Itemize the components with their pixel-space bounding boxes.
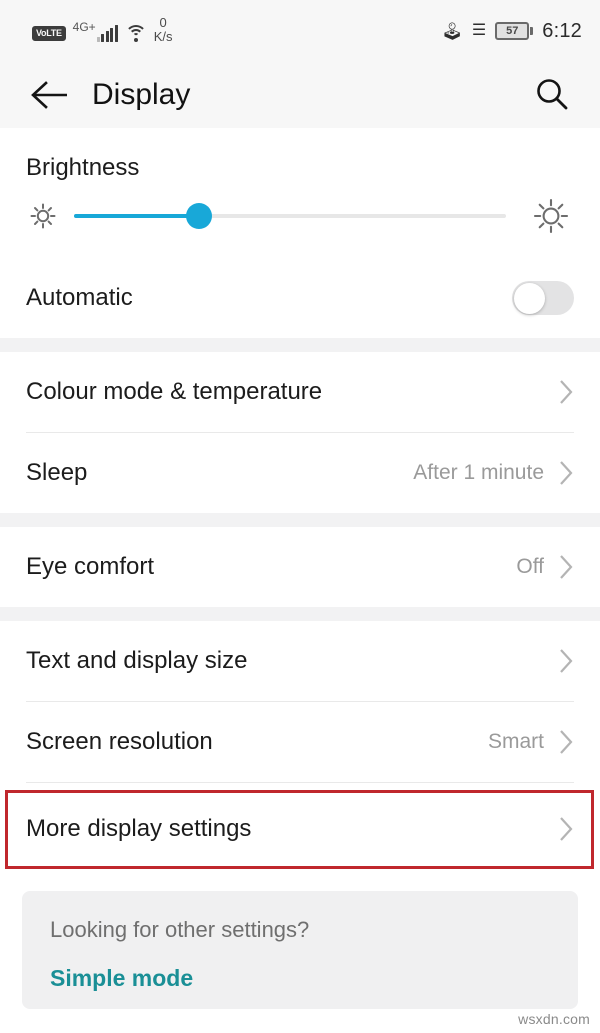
sun-small-icon: [26, 201, 60, 231]
watermark: wsxdn.com: [518, 1011, 590, 1027]
status-bar-right: 🕹 ☰ 57 6:12: [441, 20, 582, 43]
toggle-knob: [513, 282, 545, 314]
sleep-label: Sleep: [26, 459, 88, 486]
slider-thumb[interactable]: [186, 203, 213, 229]
app-bar: Display: [0, 62, 600, 128]
chevron-right-icon: [558, 728, 574, 756]
row-eye-comfort[interactable]: Eye comfort Off: [0, 527, 600, 607]
colour-mode-label: Colour mode & temperature: [26, 378, 323, 405]
row-more-display-settings[interactable]: More display settings: [0, 783, 600, 875]
status-bar-clock: 6:12: [542, 19, 582, 42]
section-divider: [0, 607, 600, 621]
battery-tip: [530, 27, 534, 35]
automatic-label: Automatic: [26, 284, 133, 311]
wifi-icon: [124, 24, 147, 42]
other-settings-question: Looking for other settings?: [50, 917, 310, 942]
phone-screen: VoLTE 4G+ 0 K/s 🕹 ☰ 57 6:12 Display Brig…: [0, 0, 600, 1033]
volte-icon: VoLTE: [32, 25, 66, 41]
highlighted-row-wrapper: More display settings: [0, 783, 600, 875]
screen-resolution-label: Screen resolution: [26, 728, 213, 755]
status-bar: VoLTE 4G+ 0 K/s 🕹 ☰ 57 6:12: [0, 0, 600, 62]
eye-comfort-value: Off: [516, 555, 544, 578]
battery-level-text: 57: [495, 22, 530, 40]
row-screen-resolution[interactable]: Screen resolution Smart: [0, 702, 600, 782]
status-bar-left: VoLTE 4G+ 0 K/s: [32, 16, 172, 45]
chevron-right-icon: [558, 553, 574, 581]
row-colour-mode-temperature[interactable]: Colour mode & temperature: [0, 352, 600, 432]
data-rate-value: 0: [159, 15, 167, 31]
chevron-right-icon: [558, 815, 574, 843]
data-rate-unit: K/s: [153, 29, 173, 44]
search-icon[interactable]: [528, 71, 576, 119]
simple-mode-link[interactable]: Simple mode: [50, 965, 550, 992]
brightness-section: Brightness Automatic: [0, 128, 600, 338]
back-arrow-icon[interactable]: [28, 73, 72, 117]
automatic-toggle[interactable]: [512, 281, 574, 315]
network-type-label: 4G+: [72, 19, 96, 34]
row-automatic[interactable]: Automatic: [0, 258, 600, 338]
row-text-and-display-size[interactable]: Text and display size: [0, 621, 600, 701]
chevron-right-icon: [558, 378, 574, 406]
brightness-slider[interactable]: [74, 201, 506, 231]
display-options-section: Text and display size Screen resolution …: [0, 621, 600, 875]
section-divider: [0, 338, 600, 352]
eye-comfort-section: Eye comfort Off: [0, 527, 600, 607]
section-divider: [0, 513, 600, 527]
sleep-value: After 1 minute: [413, 461, 544, 484]
text-display-size-label: Text and display size: [26, 647, 248, 674]
sun-large-icon: [528, 196, 574, 236]
footer-area: Looking for other settings? Simple mode: [0, 875, 600, 1013]
brightness-slider-row[interactable]: [0, 182, 600, 258]
colour-sleep-section: Colour mode & temperature Sleep After 1 …: [0, 352, 600, 513]
chevron-right-icon: [558, 459, 574, 487]
vibrate-icon: ☰: [471, 22, 487, 39]
eye-comfort-label: Eye comfort: [26, 553, 155, 580]
slider-fill: [74, 214, 200, 218]
page-title: Display: [92, 78, 191, 111]
cellular-signal-icon: 4G+: [73, 21, 118, 42]
screen-resolution-value: Smart: [487, 730, 544, 753]
bluetooth-icon: 🕹: [441, 21, 463, 41]
signal-bars-icon: [96, 24, 118, 42]
brightness-title: Brightness: [26, 154, 140, 181]
data-rate-indicator: 0 K/s: [154, 16, 173, 43]
settings-content: Brightness Automatic Colour mode & tempe…: [0, 128, 600, 1013]
other-settings-card: Looking for other settings? Simple mode: [22, 891, 578, 1009]
battery-icon: 57: [495, 22, 534, 40]
more-display-settings-label: More display settings: [26, 815, 252, 842]
row-sleep[interactable]: Sleep After 1 minute: [0, 433, 600, 513]
chevron-right-icon: [558, 647, 574, 675]
